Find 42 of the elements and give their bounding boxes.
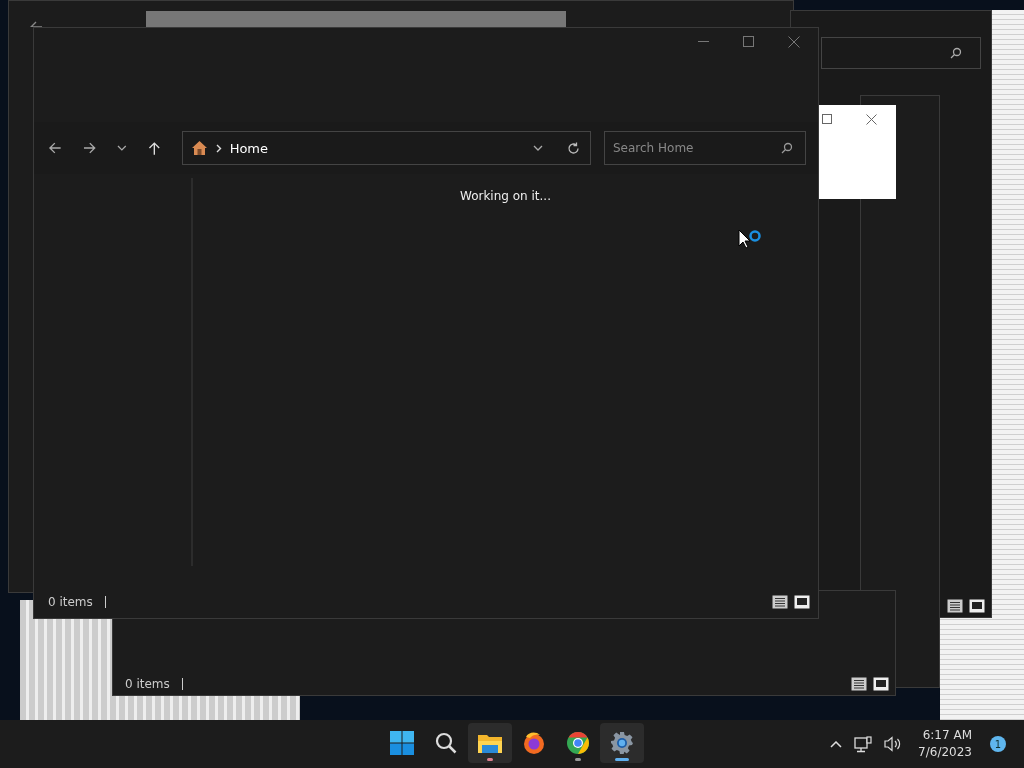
details-view-icon[interactable] — [772, 595, 788, 609]
status-text: 0 items — [125, 677, 170, 691]
details-view-icon[interactable] — [947, 599, 963, 613]
back-arrow-icon[interactable] — [48, 141, 62, 155]
refresh-icon[interactable] — [567, 141, 580, 155]
browser-icon — [522, 731, 546, 755]
tiles-view-icon[interactable] — [794, 595, 810, 609]
gear-icon — [610, 731, 634, 755]
loading-message: Working on it... — [460, 189, 551, 205]
breadcrumb-chevron-icon — [215, 143, 222, 153]
clock-date: 7/6/2023 — [918, 744, 972, 761]
tiles-view-icon[interactable] — [873, 677, 889, 691]
address-bar[interactable]: Home — [181, 131, 591, 165]
chevron-down-icon[interactable] — [533, 145, 543, 151]
up-arrow-icon[interactable] — [148, 141, 161, 155]
notification-badge[interactable]: 1 — [990, 736, 1006, 752]
close-icon[interactable] — [866, 114, 877, 125]
taskbar-button[interactable] — [600, 723, 644, 763]
search-icon — [435, 732, 457, 754]
close-icon[interactable] — [788, 36, 800, 48]
clock[interactable]: 6:17 AM 7/6/2023 — [918, 727, 972, 761]
chevron-up-icon[interactable] — [830, 740, 843, 748]
forward-arrow-icon[interactable] — [82, 141, 97, 155]
status-text: 0 items — [48, 595, 93, 609]
search-icon[interactable] — [950, 47, 962, 59]
maximize-icon[interactable] — [743, 36, 754, 47]
speaker-icon[interactable] — [884, 736, 903, 752]
search-field[interactable] — [821, 37, 981, 69]
maximize-icon[interactable] — [822, 114, 832, 124]
network-icon[interactable] — [854, 735, 873, 753]
windows-icon — [390, 731, 414, 755]
search-field[interactable]: Search Home — [604, 131, 806, 165]
chevron-down-icon[interactable] — [117, 145, 127, 151]
search-icon[interactable] — [781, 142, 793, 154]
taskbar-button[interactable] — [468, 723, 512, 763]
browser-icon — [566, 731, 590, 755]
clock-time: 6:17 AM — [922, 727, 972, 744]
folder-icon — [477, 732, 503, 754]
house-icon — [190, 140, 208, 156]
tiles-view-icon[interactable] — [969, 599, 985, 613]
details-view-icon[interactable] — [851, 677, 867, 691]
address-text: Home — [229, 140, 269, 156]
